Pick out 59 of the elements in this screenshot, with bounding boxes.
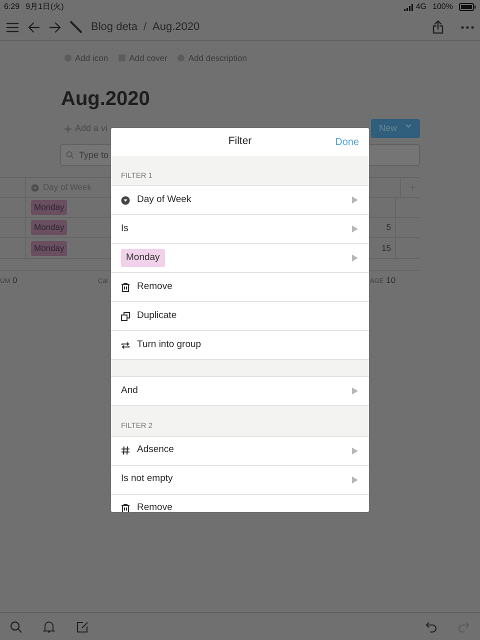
menu-row[interactable]: Is not empty [111,466,369,494]
back-arrow-icon[interactable] [28,22,40,32]
menu-icon[interactable] [6,22,19,32]
signal-icon [404,4,414,10]
chevron-right-icon [351,446,359,454]
row-label: Turn into group [137,338,202,352]
row-label: Remove [137,280,172,294]
dropdown-property-icon [31,184,39,192]
dropdown-property-icon [121,196,130,205]
menu-row[interactable]: Adsence [111,436,369,466]
trash-icon [121,282,130,292]
chevron-right-icon [351,196,359,204]
chevron-right-icon [351,225,359,234]
row-label: Is [121,222,128,236]
row-label: Duplicate [137,309,177,324]
search-icon [66,151,74,160]
search-icon[interactable] [10,620,22,632]
bell-icon[interactable] [43,620,55,633]
forward-arrow-icon[interactable] [49,22,61,32]
day-tag: Monday [31,200,68,216]
battery-icon [459,3,476,11]
menu-row[interactable]: Duplicate [111,302,369,332]
share-icon[interactable] [432,20,444,34]
duplicate-icon [121,312,130,321]
dialog-title: Filter [228,134,252,150]
row-label: Remove [137,501,172,512]
day-tag: Monday [31,240,68,256]
undo-icon[interactable] [425,620,437,632]
compose-icon[interactable] [76,620,88,632]
row-label: Is not empty [121,472,173,486]
value-tag: Monday [121,249,165,268]
menu-row[interactable]: Remove [111,273,369,302]
breadcrumb-separator: / [143,20,147,35]
number-cell: 15 [382,242,391,255]
number-cell: 5 [386,221,391,234]
caret-icon [405,122,412,129]
trash-icon [121,504,130,512]
menu-row[interactable]: Is [111,215,369,244]
chevron-right-icon [351,476,359,484]
chevron-right-icon [351,254,359,262]
chevron-right-icon [351,387,359,396]
battery-percent: 100% [432,1,453,13]
menu-row[interactable]: Turn into group [111,331,369,360]
hash-icon [121,446,130,455]
plus-icon[interactable] [64,124,72,132]
status-date: 9月1日(火) [26,1,64,13]
status-time: 6:29 [4,1,20,13]
menu-row[interactable]: Day of Week [111,186,369,216]
day-tag: Monday [31,220,68,236]
menu-row[interactable]: Remove [111,494,369,512]
row-label: Day of Week [137,193,192,208]
row-label: And [121,384,138,398]
page-title: Aug.2020 [60,86,151,111]
loop-icon [121,340,130,350]
network-label: 4G [416,1,427,13]
more-icon[interactable] [461,26,474,28]
row-label: Adsence [137,443,174,458]
menu-row[interactable]: And [111,377,369,406]
menu-row[interactable]: Monday [111,244,369,274]
